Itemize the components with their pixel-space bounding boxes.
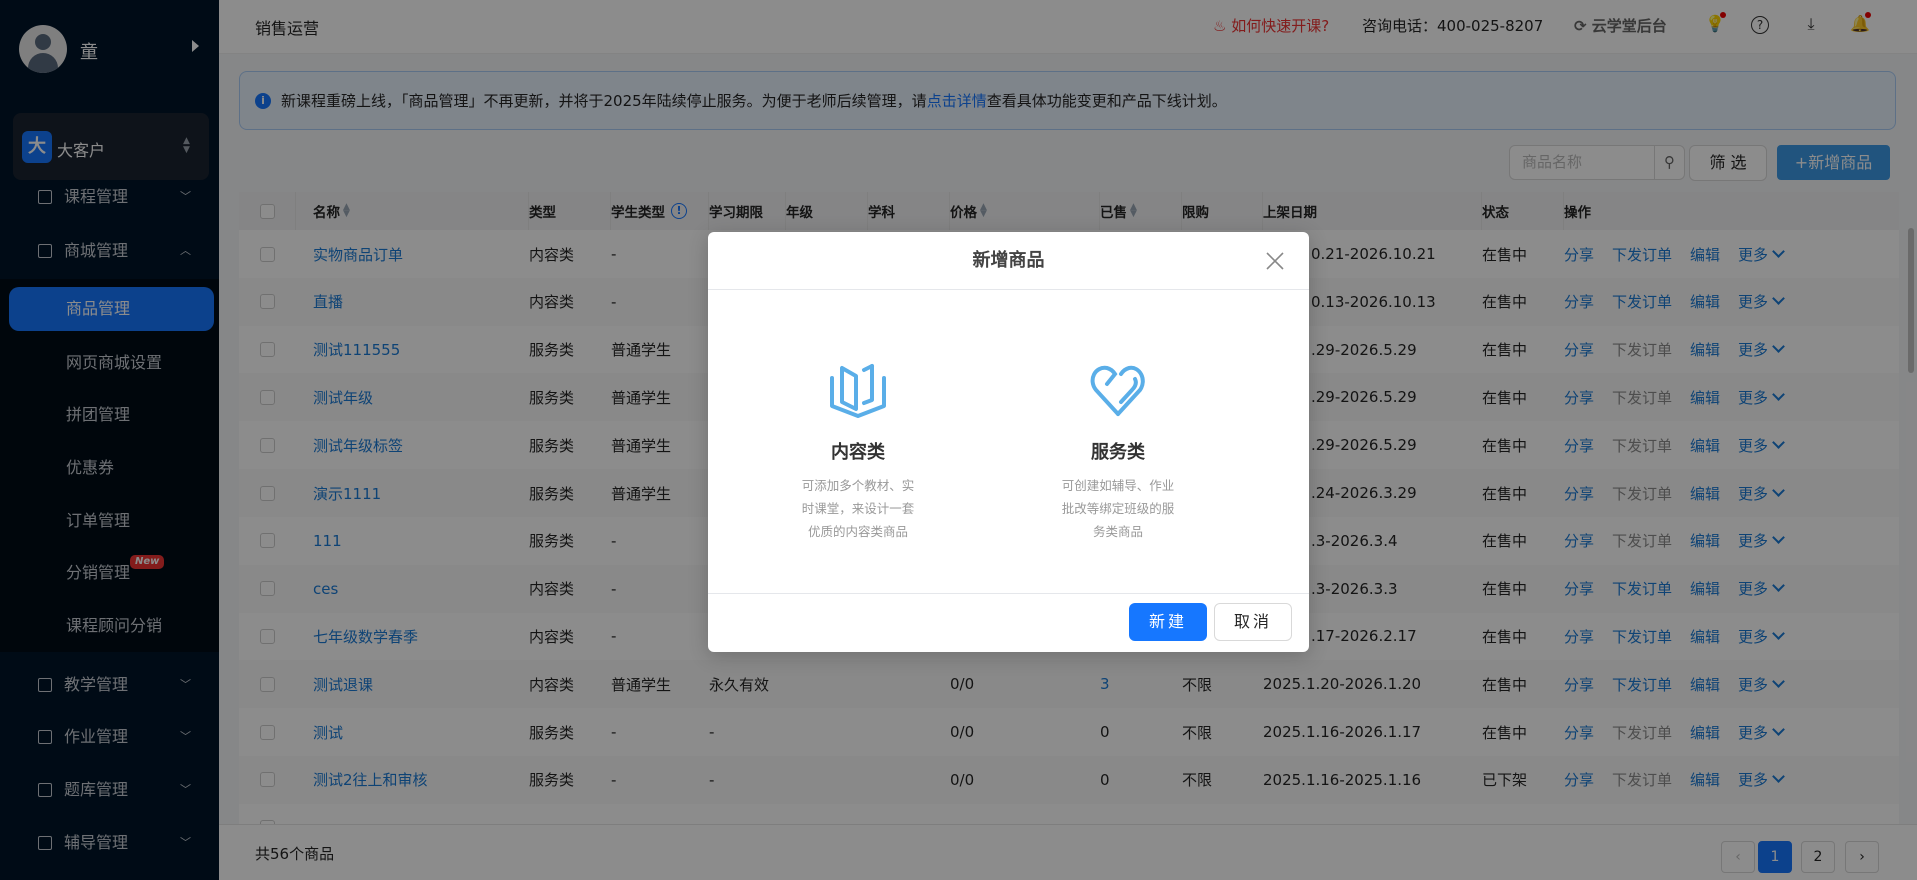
option-description: 可添加多个教材、实时课堂，来设计一套优质的内容类商品 bbox=[801, 478, 915, 539]
heart-icon bbox=[1090, 365, 1145, 416]
dialog-title: 新增商品 bbox=[708, 232, 1309, 290]
option-title: 内容类 bbox=[831, 442, 885, 463]
open-book-icon bbox=[830, 364, 886, 418]
option-service-type[interactable]: 服务类 可创建如辅导、作业批改等绑定班级的服务类商品 bbox=[1018, 362, 1218, 543]
add-product-dialog: 新增商品 内容类 可添加多个教材、实时课堂，来设计一套优质的内容类商品 服务类 … bbox=[708, 232, 1309, 652]
create-button[interactable]: 新建 bbox=[1129, 603, 1207, 641]
option-content-type[interactable]: 内容类 可添加多个教材、实时课堂，来设计一套优质的内容类商品 bbox=[758, 362, 958, 543]
option-description: 可创建如辅导、作业批改等绑定班级的服务类商品 bbox=[1061, 478, 1175, 539]
close-icon[interactable] bbox=[1264, 250, 1286, 272]
dialog-footer-divider bbox=[708, 593, 1309, 594]
cancel-button[interactable]: 取消 bbox=[1214, 603, 1292, 641]
option-title: 服务类 bbox=[1091, 442, 1145, 463]
